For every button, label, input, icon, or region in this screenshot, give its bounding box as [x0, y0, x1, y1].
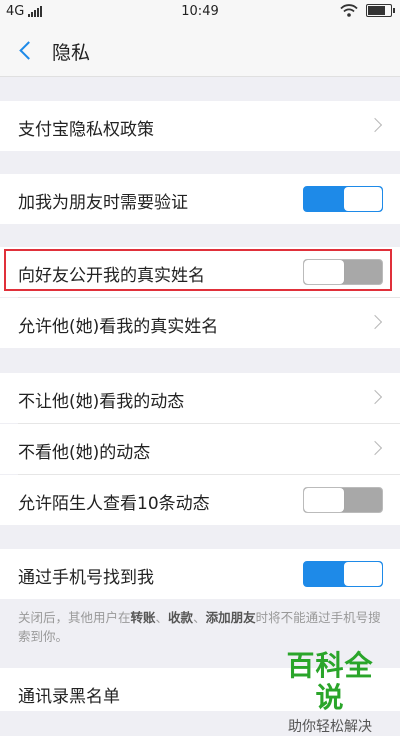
footnote-text: 、 — [155, 610, 169, 625]
stranger-moments-toggle[interactable] — [303, 487, 383, 513]
row-label: 不看他(她)的动态 — [18, 443, 151, 463]
watermark-subtitle: 助你轻松解决 — [288, 719, 372, 735]
watermark-title: 百科全说 — [286, 649, 374, 714]
footnote-text: 关闭后，其他用户在 — [18, 610, 131, 625]
row-allow-view-real-name[interactable]: 允许他(她)看我的真实姓名 — [0, 298, 400, 348]
footnote-keyword: 收款 — [168, 610, 194, 625]
row-show-real-name: 向好友公开我的真实姓名 — [0, 247, 400, 297]
verify-friend-toggle[interactable] — [303, 186, 383, 212]
show-real-name-toggle[interactable] — [303, 259, 383, 285]
row-label: 加我为朋友时需要验证 — [18, 193, 188, 213]
battery-icon — [366, 4, 395, 17]
chevron-right-icon — [367, 314, 383, 330]
row-alipay-privacy-policy[interactable]: 支付宝隐私权政策 — [0, 101, 400, 151]
row-label: 向好友公开我的真实姓名 — [18, 266, 205, 286]
row-find-by-phone: 通过手机号找到我 — [0, 549, 400, 599]
find-by-phone-toggle[interactable] — [303, 561, 383, 587]
row-label: 允许陌生人查看10条动态 — [18, 494, 210, 514]
row-label: 支付宝隐私权政策 — [18, 120, 154, 140]
row-label: 通过手机号找到我 — [18, 568, 154, 588]
nav-bar: 隐私 — [0, 24, 400, 77]
row-label: 通讯录黑名单 — [18, 687, 120, 707]
chevron-right-icon — [367, 389, 383, 405]
row-stranger-moments: 允许陌生人查看10条动态 — [0, 475, 400, 525]
row-hide-my-moments[interactable]: 不让他(她)看我的动态 — [0, 373, 400, 423]
page-title: 隐私 — [52, 42, 91, 64]
footnote-text: 、 — [193, 610, 206, 625]
back-button[interactable] — [12, 36, 40, 64]
status-bar: 4G 10:49 — [0, 0, 400, 24]
row-verify-friend: 加我为朋友时需要验证 — [0, 174, 400, 224]
status-icons — [340, 4, 395, 17]
footnote-keyword: 添加朋友 — [205, 610, 256, 625]
find-by-phone-footnote: 关闭后，其他用户在转账、收款、添加朋友时将不能通过手机号搜索到你。 — [18, 608, 390, 646]
row-label: 允许他(她)看我的真实姓名 — [18, 317, 219, 337]
row-label: 不让他(她)看我的动态 — [18, 392, 185, 412]
row-hide-their-moments[interactable]: 不看他(她)的动态 — [0, 424, 400, 474]
chevron-right-icon — [367, 117, 383, 133]
watermark-logo: 百科全说 助你轻松解决 — [274, 650, 386, 736]
wifi-icon — [340, 4, 358, 17]
footnote-keyword: 转账 — [130, 610, 156, 625]
chevron-right-icon — [367, 440, 383, 456]
